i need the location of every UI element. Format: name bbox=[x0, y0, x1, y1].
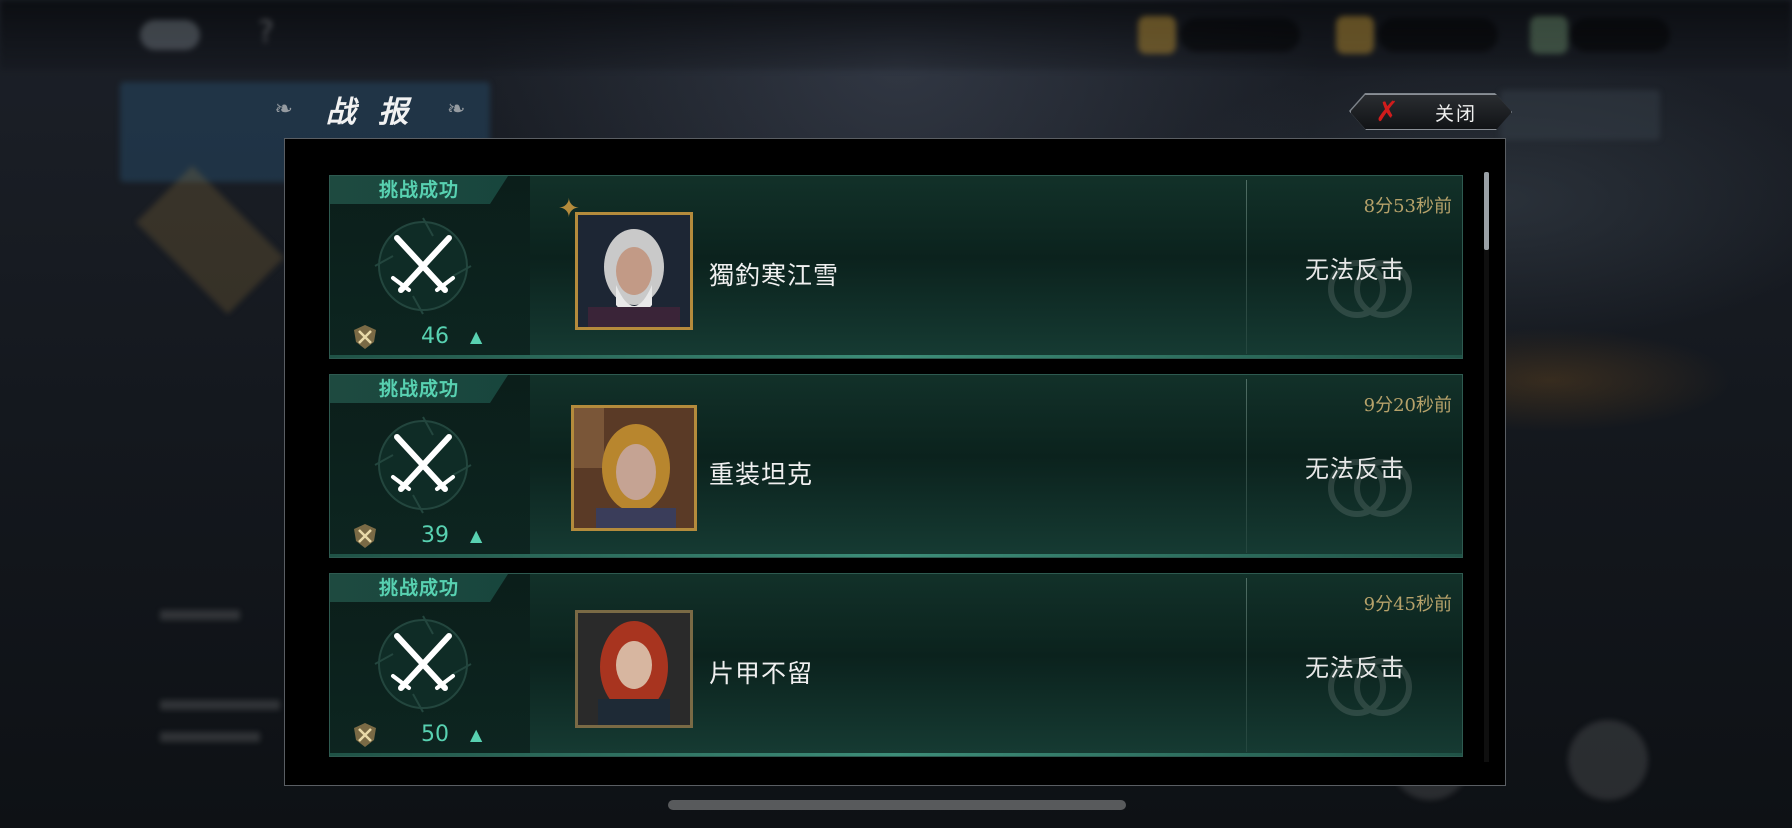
report-time: 9分20秒前 bbox=[1363, 395, 1452, 416]
dialog-title-bar: ❧ 战 报 ❧ bbox=[270, 84, 470, 134]
background-resource-icon bbox=[1138, 16, 1176, 54]
row-bottom-highlight bbox=[330, 554, 1462, 557]
rank-shield-icon bbox=[354, 524, 376, 548]
report-time: 9分45秒前 bbox=[1363, 594, 1452, 615]
battle-result-tag: 挑战成功 bbox=[330, 176, 508, 204]
background-resource-icon bbox=[1336, 16, 1374, 54]
row-bottom-highlight bbox=[330, 355, 1462, 358]
battle-result-tag: 挑战成功 bbox=[330, 375, 508, 403]
background-back-icon bbox=[140, 20, 200, 50]
report-list-scroll-track[interactable] bbox=[1484, 172, 1489, 762]
background-resource-icon bbox=[1530, 16, 1568, 54]
background-emblem bbox=[135, 165, 285, 315]
close-button[interactable]: ✗ 关闭 bbox=[1350, 94, 1512, 130]
player-avatar-image bbox=[574, 408, 694, 528]
background-help-icon: ? bbox=[258, 15, 274, 50]
rank-value: 39 bbox=[421, 523, 449, 548]
player-name: 重装坦克 bbox=[709, 460, 814, 489]
close-x-icon: ✗ bbox=[1375, 95, 1399, 128]
background-text bbox=[160, 732, 260, 742]
counterattack-status: 无法反击 bbox=[1305, 455, 1405, 483]
report-time: 8分53秒前 bbox=[1363, 196, 1452, 217]
dialog-title: 战 报 bbox=[325, 95, 415, 130]
background-resource-pill bbox=[1378, 18, 1498, 52]
background-resource-pill bbox=[1570, 18, 1670, 52]
row-divider bbox=[1246, 379, 1247, 553]
counterattack-status: 无法反击 bbox=[1305, 654, 1405, 682]
player-avatar[interactable] bbox=[575, 212, 693, 330]
close-button-label: 关闭 bbox=[1435, 102, 1478, 125]
crossed-swords-icon bbox=[374, 615, 472, 713]
player-name: 獨釣寒江雪 bbox=[709, 261, 840, 290]
rank-up-icon: ▲ bbox=[470, 526, 483, 545]
counterattack-status: 无法反击 bbox=[1305, 256, 1405, 284]
crossed-swords-icon bbox=[374, 416, 472, 514]
rank-up-icon: ▲ bbox=[470, 327, 483, 346]
battle-report-row[interactable]: 挑战成功 46 ▲ ✦ 獨釣寒江雪 8分53秒前 无法反击 bbox=[329, 175, 1463, 359]
rank-up-icon: ▲ bbox=[470, 725, 483, 744]
player-avatar[interactable] bbox=[571, 405, 697, 531]
ornament-icon: ❧ bbox=[447, 96, 466, 122]
background-text bbox=[160, 610, 240, 620]
row-bottom-highlight bbox=[330, 753, 1462, 756]
player-avatar[interactable] bbox=[575, 610, 693, 728]
crossed-swords-icon bbox=[374, 217, 472, 315]
player-avatar-image bbox=[578, 215, 690, 327]
ornament-icon: ❧ bbox=[274, 96, 293, 122]
player-name: 片甲不留 bbox=[709, 659, 814, 688]
background-text bbox=[160, 700, 280, 710]
battle-report-row[interactable]: 挑战成功 39 ▲ 重装坦克 9分20秒前 无法反击 bbox=[329, 374, 1463, 558]
player-avatar-image bbox=[578, 613, 690, 725]
background-resource-pill bbox=[1180, 18, 1300, 52]
rank-shield-icon bbox=[354, 723, 376, 747]
row-divider bbox=[1246, 578, 1247, 752]
report-list-scrollbar[interactable] bbox=[1484, 172, 1489, 250]
battle-result-tag: 挑战成功 bbox=[330, 574, 508, 602]
row-divider bbox=[1246, 180, 1247, 354]
home-indicator bbox=[668, 800, 1126, 810]
background-button bbox=[1500, 90, 1660, 140]
background-bottom-icon bbox=[1568, 720, 1648, 800]
battle-report-row[interactable]: 挑战成功 50 ▲ 片甲不留 9分45秒前 无法反击 bbox=[329, 573, 1463, 757]
rank-value: 46 bbox=[421, 324, 449, 349]
rank-shield-icon bbox=[354, 325, 376, 349]
rank-value: 50 bbox=[421, 722, 449, 747]
